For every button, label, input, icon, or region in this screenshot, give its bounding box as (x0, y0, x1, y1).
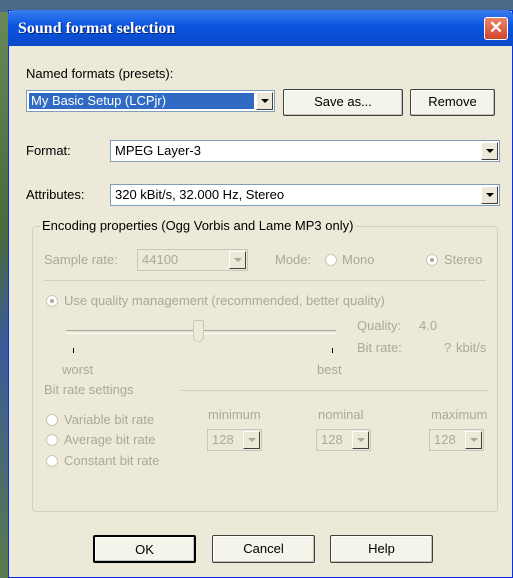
close-icon: ✕ (488, 18, 504, 37)
slider-min-label: worst (62, 362, 94, 377)
chevron-down-icon (243, 431, 260, 449)
chevron-down-icon (465, 431, 482, 449)
attributes-label: Attributes: (26, 187, 85, 202)
bitrate-label: Bit rate: (357, 340, 402, 355)
minimum-select: 128 (207, 429, 262, 451)
encoding-groupbox (32, 226, 498, 512)
encoding-legend: Encoding properties (Ogg Vorbis and Lame… (40, 218, 356, 233)
save-as-button[interactable]: Save as... (283, 89, 403, 116)
mode-stereo-radio (426, 254, 438, 266)
format-select[interactable]: MPEG Layer-3 (110, 140, 500, 162)
window-title: Sound format selection (18, 20, 176, 37)
chevron-down-icon[interactable] (256, 92, 273, 110)
separator (180, 390, 488, 391)
variable-bitrate-radio (46, 414, 58, 426)
chevron-down-icon[interactable] (481, 142, 498, 160)
maximum-select: 128 (429, 429, 484, 451)
chevron-down-icon (352, 431, 369, 449)
format-label: Format: (26, 143, 71, 158)
attributes-value: 320 kBit/s, 32.000 Hz, Stereo (115, 187, 285, 202)
mode-label: Mode: (275, 252, 312, 267)
presets-label: Named formats (presets): (26, 66, 174, 81)
quality-label: Quality: (357, 318, 402, 333)
chevron-down-icon (229, 251, 246, 269)
sample-rate-label: Sample rate: (44, 252, 118, 267)
constant-bitrate-radio (46, 455, 58, 467)
sample-rate-value: 44100 (142, 252, 179, 267)
format-value: MPEG Layer-3 (115, 143, 201, 158)
separator (44, 280, 486, 281)
quality-management-label: Use quality management (recommended, bet… (64, 293, 385, 308)
average-bitrate-label: Average bit rate (64, 432, 156, 447)
average-bitrate-radio (46, 434, 58, 446)
mode-mono-radio (325, 254, 337, 266)
nominal-label: nominal (318, 407, 364, 422)
variable-bitrate-label: Variable bit rate (64, 412, 155, 427)
quality-slider-thumb (193, 320, 205, 342)
ok-button[interactable]: OK (93, 535, 196, 563)
sample-rate-select: 44100 (137, 249, 248, 271)
maximum-label: maximum (431, 407, 488, 422)
attributes-select[interactable]: 320 kBit/s, 32.000 Hz, Stereo (110, 184, 500, 206)
slider-tick-max (332, 348, 333, 353)
maximum-value: 128 (434, 432, 456, 447)
presets-selected-value: My Basic Setup (LCPjr) (29, 93, 254, 109)
help-button[interactable]: Help (330, 535, 433, 563)
constant-bitrate-label: Constant bit rate (64, 453, 160, 468)
slider-tick-min (73, 348, 74, 353)
bitrate-unit: kbit/s (456, 340, 487, 355)
close-button[interactable]: ✕ (484, 17, 508, 40)
minimum-label: minimum (208, 407, 261, 422)
cancel-button[interactable]: Cancel (212, 535, 315, 563)
presets-select[interactable]: My Basic Setup (LCPjr) (26, 90, 275, 112)
nominal-value: 128 (321, 432, 343, 447)
quality-value: 4.0 (419, 318, 438, 333)
remove-button[interactable]: Remove (410, 89, 495, 116)
minimum-value: 128 (212, 432, 234, 447)
nominal-select: 128 (316, 429, 371, 451)
quality-management-radio (46, 295, 58, 307)
mode-mono-label: Mono (342, 252, 375, 267)
chevron-down-icon[interactable] (481, 186, 498, 204)
bitrate-value: ? (444, 340, 452, 355)
mode-stereo-label: Stereo (444, 252, 483, 267)
slider-max-label: best (317, 362, 342, 377)
bitrate-settings-legend: Bit rate settings (44, 382, 134, 397)
